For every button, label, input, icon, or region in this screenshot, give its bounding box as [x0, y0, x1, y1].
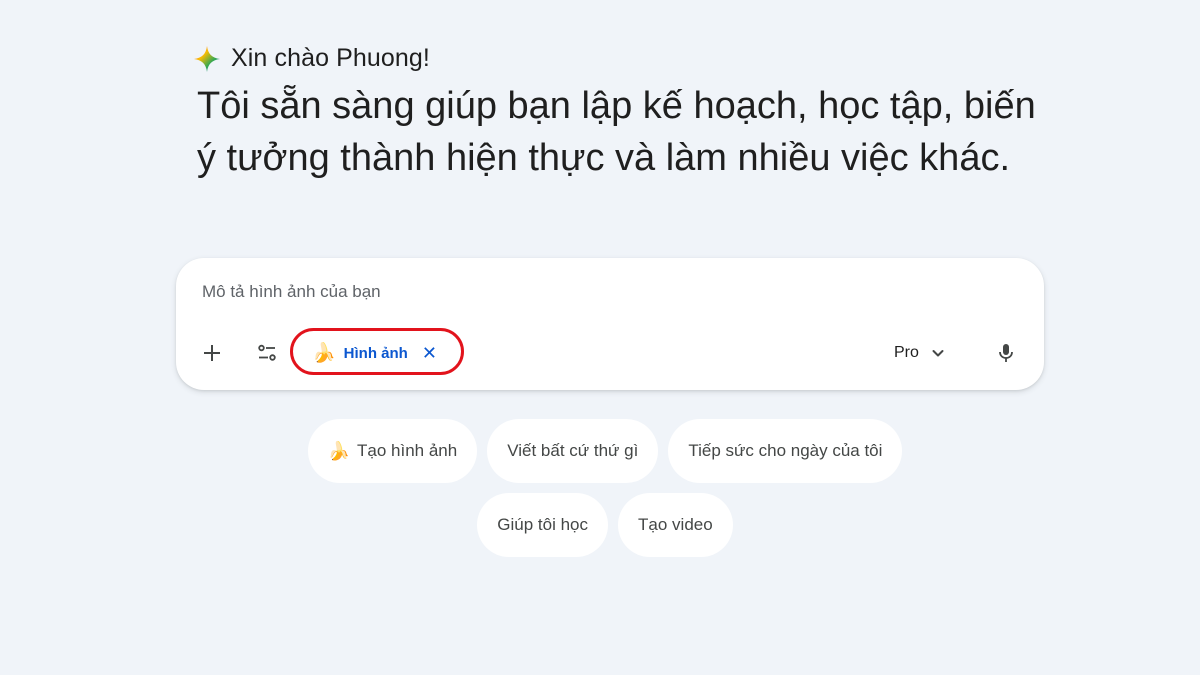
- close-icon[interactable]: ✕: [422, 344, 437, 362]
- tools-icon: [258, 344, 276, 361]
- tools-button[interactable]: [249, 335, 285, 371]
- suggestion-label: Tạo hình ảnh: [357, 441, 458, 460]
- add-button[interactable]: [194, 335, 230, 371]
- suggestion-write-anything[interactable]: Viết bất cứ thứ gì: [487, 419, 659, 483]
- suggestion-create-video[interactable]: Tạo video: [618, 493, 733, 557]
- model-label: Pro: [894, 344, 919, 361]
- suggestion-label: Tiếp sức cho ngày của tôi: [688, 441, 883, 460]
- suggestion-label: Giúp tôi học: [497, 515, 589, 534]
- suggestion-label: Viết bất cứ thứ gì: [507, 441, 639, 460]
- headline: Tôi sẵn sàng giúp bạn lập kế hoạch, học …: [197, 85, 1036, 179]
- model-selector[interactable]: Pro: [894, 338, 945, 368]
- microphone-icon: [999, 344, 1013, 362]
- suggestion-label: Tạo video: [638, 515, 713, 534]
- chevron-down-icon: [932, 350, 944, 357]
- suggestion-boost-day[interactable]: Tiếp sức cho ngày của tôi: [668, 419, 903, 483]
- image-tool-chip[interactable]: 🍌 Hình ảnh ✕: [296, 335, 451, 371]
- suggestion-help-learn[interactable]: Giúp tôi học: [477, 493, 609, 557]
- suggestion-chips: 🍌 Tạo hình ảnh Viết bất cứ thứ gì Tiếp s…: [0, 419, 1200, 567]
- plus-icon: [204, 345, 220, 361]
- suggestion-row: 🍌 Tạo hình ảnh Viết bất cứ thứ gì Tiếp s…: [0, 419, 1200, 483]
- banana-icon: 🍌: [327, 441, 350, 461]
- greeting: Xin chào Phuong!: [193, 44, 430, 73]
- prompt-input[interactable]: [202, 282, 982, 302]
- microphone-button[interactable]: [988, 335, 1024, 371]
- prompt-box: 🍌 Hình ảnh ✕ Pro: [176, 258, 1044, 390]
- suggestion-create-image[interactable]: 🍌 Tạo hình ảnh: [307, 419, 478, 483]
- gemini-spark-icon: [194, 45, 220, 72]
- greeting-text: Xin chào Phuong!: [231, 44, 430, 72]
- banana-icon: 🍌: [312, 342, 336, 364]
- suggestion-row: Giúp tôi học Tạo video: [0, 493, 1200, 557]
- image-tool-label: Hình ảnh: [343, 344, 408, 362]
